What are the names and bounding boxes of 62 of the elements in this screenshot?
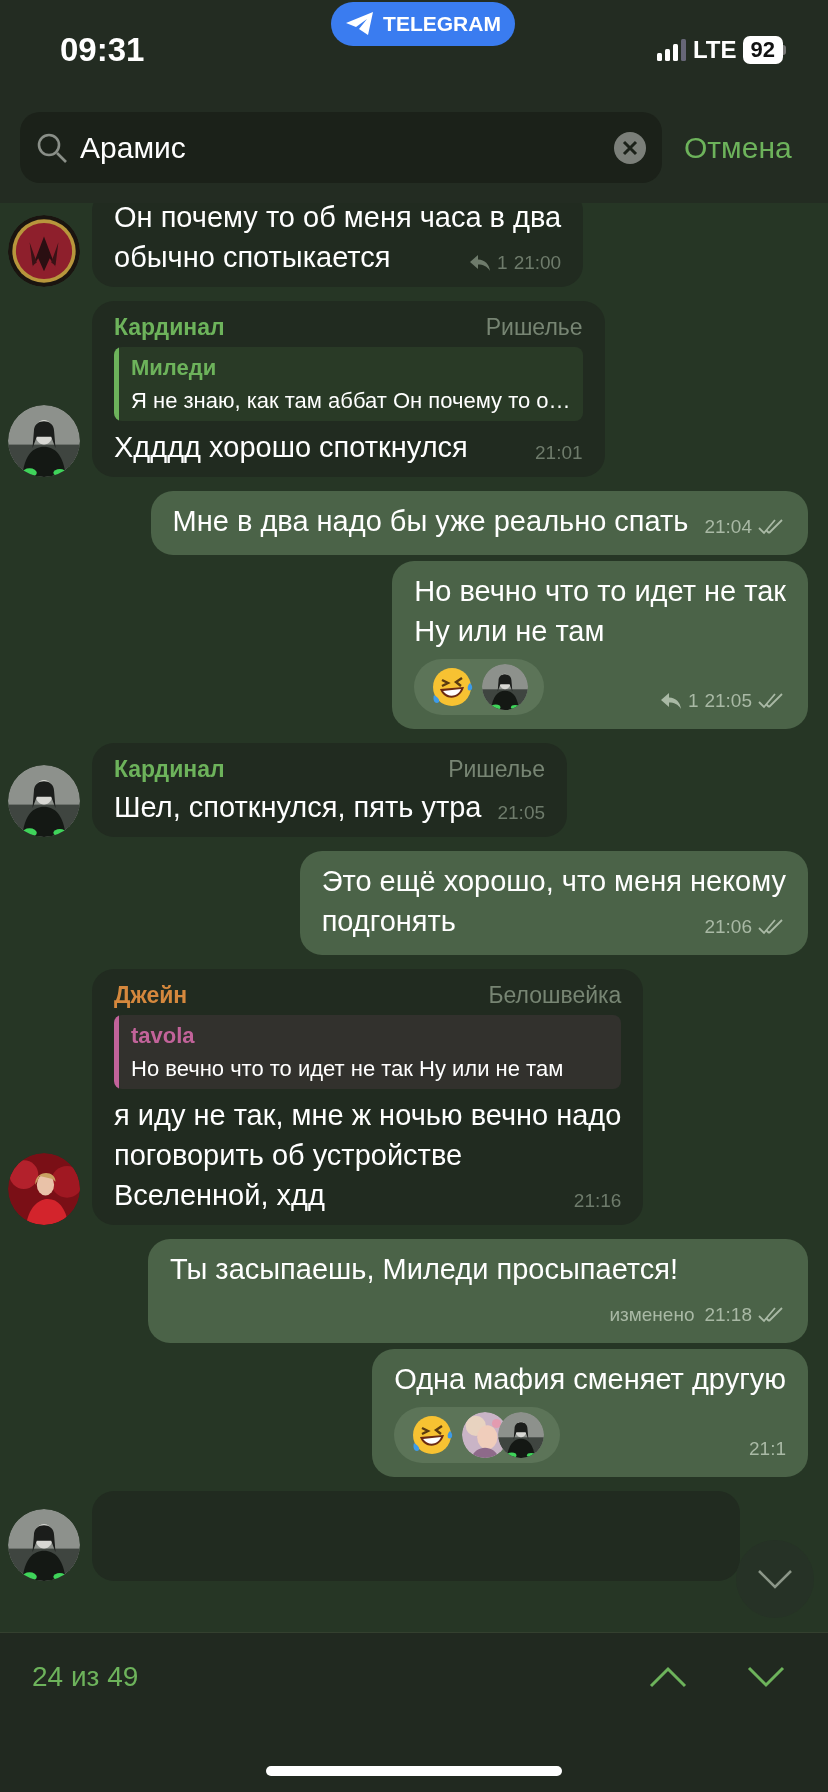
network-type: LTE: [692, 35, 737, 65]
message-text: обычно спотыкается: [114, 240, 391, 275]
reply-icon: [659, 692, 682, 710]
edited-label: изменено: [609, 1303, 695, 1327]
status-time: 09:31: [60, 30, 146, 71]
sender-title: Ришелье: [448, 755, 545, 784]
message-time: 21:05: [704, 689, 752, 713]
result-counter: 24 из 49: [32, 1660, 140, 1694]
message-text: Но вечно что то идет не так: [414, 574, 786, 609]
message-text: Ну или не там: [414, 614, 606, 649]
message-time: 21:16: [573, 1189, 622, 1213]
laughing-face-icon: [410, 1413, 455, 1457]
double-check-icon: [758, 692, 786, 710]
message-text: Это ещё хорошо, что меня некому: [321, 864, 786, 899]
message-text: подгонять: [321, 904, 456, 939]
message-time: 21:18: [704, 1303, 752, 1327]
message-text: Одна мафия сменяет другую: [394, 1362, 786, 1397]
sender-name[interactable]: Кардинал: [114, 309, 225, 345]
message-time: 21:04: [704, 515, 752, 539]
chevron-up-icon: [649, 1666, 687, 1688]
message-text: поговорить об устройстве: [114, 1138, 464, 1173]
sender-title: Ришелье: [485, 313, 583, 342]
signal-icon: [656, 39, 687, 61]
cancel-button[interactable]: Отмена: [684, 125, 792, 170]
sender-name[interactable]: Кардинал: [114, 751, 225, 787]
message-text: Ты засыпаешь, Миледи просыпается!: [170, 1252, 679, 1287]
message-text: Вселенной, хдд: [114, 1178, 325, 1213]
sender-name[interactable]: Джейн: [114, 977, 188, 1013]
double-check-icon: [758, 1306, 786, 1324]
message-time: 21:05: [497, 801, 545, 825]
double-check-icon: [758, 518, 786, 536]
clear-icon[interactable]: [614, 131, 646, 164]
search-field[interactable]: Арамис: [20, 112, 662, 183]
message-text: Он почему то об меня часа в два: [114, 203, 562, 235]
chevron-down-icon: [747, 1666, 785, 1688]
message-time: 21:01: [535, 441, 583, 465]
chevron-down-icon: [757, 1569, 793, 1589]
reply-icon: [469, 254, 492, 272]
reply-count: 1: [497, 251, 508, 275]
laughing-face-icon: [430, 665, 475, 709]
quote-text: Но вечно что то идет не так Ну или не там: [131, 1055, 564, 1083]
message-time: 21:06: [704, 915, 752, 939]
quoted-message[interactable]: tavola Но вечно что то идет не так Ну или не там: [114, 1015, 622, 1089]
reaction-chip[interactable]: [394, 1407, 561, 1463]
reaction-chip[interactable]: [414, 659, 545, 715]
message-text: Шел, споткнулся, пять утра: [114, 790, 482, 825]
sender-title: Белошвейка: [488, 981, 622, 1010]
quote-author: Миледи: [131, 354, 218, 382]
paper-plane-icon: [345, 11, 376, 37]
quote-author: tavola: [131, 1022, 196, 1050]
quote-text: Я не знаю, как там аббат Он почему то о…: [131, 387, 571, 415]
message-time: 21:00: [513, 251, 562, 275]
message-text: Хдддд хорошо споткнулся: [114, 430, 468, 465]
double-check-icon: [758, 918, 786, 936]
battery-level: 92: [742, 36, 783, 64]
search-icon: [36, 131, 68, 164]
message-time: 21:1: [749, 1437, 786, 1461]
message-text: Мне в два надо бы уже реально спать: [172, 504, 689, 539]
quoted-message[interactable]: Миледи Я не знаю, как там аббат Он почему то о…: [114, 347, 583, 421]
message-text: я иду не так, мне ж ночью вечно надо: [114, 1098, 622, 1133]
reply-count: 1: [687, 689, 699, 713]
app-pill[interactable]: TELEGRAM: [331, 2, 515, 46]
